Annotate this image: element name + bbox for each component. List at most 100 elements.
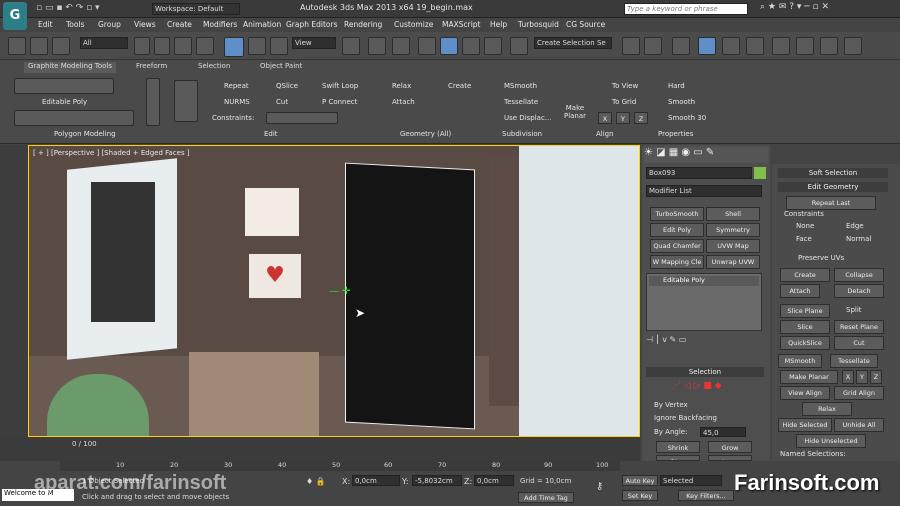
selection-filter-dropdown[interactable]: All xyxy=(80,37,128,49)
render-setup-icon[interactable] xyxy=(796,37,814,55)
tab-selection[interactable]: Selection xyxy=(198,62,230,73)
menu-group[interactable]: Group xyxy=(98,20,121,29)
properties-group-label[interactable]: Properties xyxy=(658,130,693,138)
percent-snap-icon[interactable] xyxy=(462,37,480,55)
tab-object-paint[interactable]: Object Paint xyxy=(260,62,302,73)
edit-group-icons[interactable] xyxy=(174,80,198,122)
relax-button[interactable]: Relax xyxy=(392,82,411,90)
to-view-button[interactable]: To View xyxy=(612,82,638,90)
menu-animation[interactable]: Animation xyxy=(243,20,281,29)
smooth30-button[interactable]: Smooth 30 xyxy=(668,114,706,122)
named-selection-dropdown[interactable]: Create Selection Se xyxy=(534,37,612,49)
align-x-button[interactable]: X xyxy=(598,112,612,124)
key-filters-button[interactable]: Key Filters... xyxy=(678,490,734,501)
z-coord-field[interactable]: 0,0cm xyxy=(474,475,514,486)
nurms-button[interactable]: NURMS xyxy=(224,98,250,106)
select-manipulate-icon[interactable] xyxy=(368,37,386,55)
menu-tools[interactable]: Tools xyxy=(66,20,84,29)
material-editor-icon[interactable] xyxy=(772,37,790,55)
move-icon[interactable] xyxy=(224,37,244,57)
split-checkbox[interactable]: Split xyxy=(846,306,862,314)
quick-access-toolbar[interactable]: ▫ ▭ ▪ ↶ ↷ ▫ ▾ xyxy=(36,3,146,15)
planar-y-button[interactable]: Y xyxy=(856,370,868,384)
rect-selection-icon[interactable] xyxy=(174,37,192,55)
create-button-panel[interactable]: Create xyxy=(780,268,830,282)
make-planar-button[interactable]: Make Planar xyxy=(560,104,590,120)
time-slider-frame-label[interactable]: 0 / 100 xyxy=(72,440,97,448)
align-group-label[interactable]: Align xyxy=(596,130,614,138)
view-align-button[interactable]: View Align xyxy=(780,386,830,400)
constraint-buttons[interactable] xyxy=(266,112,338,124)
subobject-selection-icons[interactable]: ⋰ ◁ ▷ ■ ◆ xyxy=(672,381,742,393)
edit-geometry-rollout[interactable]: Edit Geometry xyxy=(778,182,888,192)
quickslice-button[interactable]: QuickSlice xyxy=(780,336,830,350)
lock-icon[interactable]: ♦ 🔒 xyxy=(306,477,326,486)
hide-unselected-button[interactable]: Hide Unselected xyxy=(796,434,866,448)
schematic-view-icon[interactable] xyxy=(746,37,764,55)
symmetry-button[interactable]: Symmetry xyxy=(706,223,760,237)
hide-selected-button[interactable]: Hide Selected xyxy=(778,418,832,432)
set-key-button[interactable]: Set Key xyxy=(622,490,658,501)
soft-selection-rollout[interactable]: Soft Selection xyxy=(778,168,888,178)
msmooth-button[interactable]: MSmooth xyxy=(504,82,537,90)
menu-modifiers[interactable]: Modifiers xyxy=(203,20,237,29)
turbosmooth-button[interactable]: TurboSmooth xyxy=(650,207,704,221)
tab-graphite-modeling[interactable]: Graphite Modeling Tools xyxy=(24,62,117,73)
window-crossing-icon[interactable] xyxy=(196,37,214,55)
rotate-icon[interactable] xyxy=(248,37,266,55)
detach-button[interactable]: Detach xyxy=(834,284,884,298)
reset-plane-button[interactable]: Reset Plane xyxy=(834,320,884,334)
constraint-edge-radio[interactable]: Edge xyxy=(846,222,864,230)
menu-graph-editors[interactable]: Graph Editors xyxy=(286,20,338,29)
tessellate-button-panel[interactable]: Tessellate xyxy=(830,354,878,368)
angle-snap-icon[interactable] xyxy=(440,37,458,55)
slice-button[interactable]: Slice xyxy=(780,320,830,334)
stack-item-editable-poly[interactable]: Editable Poly xyxy=(649,276,759,286)
mirror-icon[interactable] xyxy=(622,37,640,55)
object-color-swatch[interactable] xyxy=(754,167,766,179)
modifier-list-dropdown[interactable]: Modifier List xyxy=(646,185,762,197)
track-bar[interactable]: 10 20 30 40 50 60 70 80 90 100 xyxy=(60,461,620,471)
polygon-modeling-label[interactable]: Polygon Modeling xyxy=(54,130,116,138)
uvw-map-button[interactable]: UVW Map xyxy=(706,239,760,253)
edit-poly-button[interactable]: Edit Poly xyxy=(650,223,704,237)
constraint-normal-radio[interactable]: Normal xyxy=(846,235,871,243)
attach-button-panel[interactable]: Attach xyxy=(780,284,820,298)
geometry-group-label[interactable]: Geometry (All) xyxy=(400,130,451,138)
y-coord-field[interactable]: -5,8032cm xyxy=(412,475,462,486)
msmooth-button-panel[interactable]: MSmooth xyxy=(778,354,822,368)
command-panel-tabs[interactable]: ☀ ◪ ▦ ◉ ▭ ✎ xyxy=(644,147,768,163)
attach-button[interactable]: Attach xyxy=(392,98,415,106)
relax-button-panel[interactable]: Relax xyxy=(802,402,852,416)
object-name-field[interactable]: Box093 xyxy=(646,167,752,179)
add-time-tag-button[interactable]: Add Time Tag xyxy=(518,492,574,503)
w-mapping-button[interactable]: W Mapping Cle xyxy=(650,255,704,269)
collapse-button[interactable]: Collapse xyxy=(834,268,884,282)
select-object-icon[interactable] xyxy=(134,37,150,55)
cut-button[interactable]: Cut xyxy=(276,98,288,106)
ribbon-side-icons[interactable] xyxy=(146,78,160,126)
unlink-icon[interactable] xyxy=(30,37,48,55)
window-controls[interactable]: ⌕ ★ ✉ ? ▾ ─ ▫ ✕ xyxy=(760,2,900,12)
curve-editor-icon[interactable] xyxy=(722,37,740,55)
modifier-stack[interactable]: Editable Poly xyxy=(646,273,762,331)
constraint-none-radio[interactable]: None xyxy=(796,222,814,230)
rendered-frame-icon[interactable] xyxy=(820,37,838,55)
key-mode-dropdown[interactable]: Selected xyxy=(660,475,722,486)
grow-button[interactable]: Grow xyxy=(708,441,752,453)
make-planar-button-panel[interactable]: Make Planar xyxy=(780,370,838,384)
by-angle-checkbox[interactable]: By Angle: xyxy=(654,428,687,436)
to-grid-button[interactable]: To Grid xyxy=(612,98,636,106)
workspace-dropdown[interactable]: Workspace: Default xyxy=(152,3,240,15)
edit-named-sel-icon[interactable] xyxy=(510,37,528,55)
menu-create[interactable]: Create xyxy=(167,20,192,29)
move-gizmo-icon[interactable]: — ✛ xyxy=(329,286,379,306)
search-field[interactable]: Type a keyword or phrase xyxy=(624,3,748,15)
shell-button[interactable]: Shell xyxy=(706,207,760,221)
stack-tools[interactable]: ⊣ ⎮ ⅴ ✎ ▭ xyxy=(646,335,762,347)
app-logo-icon[interactable]: G xyxy=(3,2,27,30)
key-icon[interactable]: ⚷ xyxy=(596,481,603,492)
tessellate-button[interactable]: Tessellate xyxy=(504,98,538,106)
p-connect-button[interactable]: P Connect xyxy=(322,98,357,106)
pivot-icon[interactable] xyxy=(342,37,360,55)
